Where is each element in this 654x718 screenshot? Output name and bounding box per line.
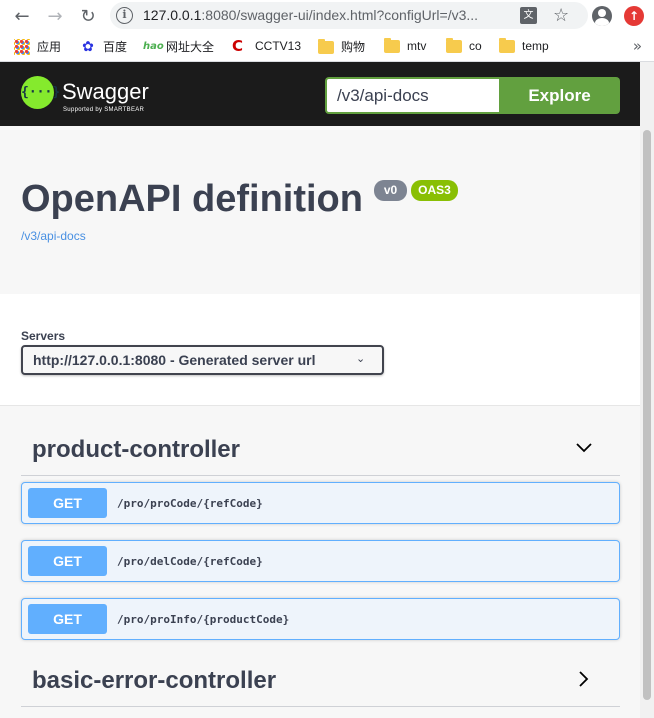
bookmark-baidu[interactable]: ✿ 百度 [80, 38, 127, 55]
baidu-icon: ✿ [82, 38, 94, 55]
operation-path: /pro/proCode/{refCode} [117, 497, 263, 510]
bookmark-label: temp [522, 38, 549, 53]
explore-button[interactable]: Explore [499, 77, 620, 114]
profile-avatar-icon[interactable] [592, 6, 612, 26]
scrollbar-thumb[interactable] [643, 130, 651, 700]
chevron-down-icon[interactable] [574, 438, 594, 458]
operation-path: /pro/delCode/{refCode} [117, 555, 263, 568]
swagger-brand[interactable]: Swagger [62, 79, 149, 105]
hao123-icon: hao [143, 40, 164, 52]
bookmark-folder-temp[interactable]: temp [499, 38, 549, 53]
bookmark-folder-co[interactable]: co [446, 38, 482, 53]
folder-icon [318, 39, 334, 54]
cctv-icon: C [232, 37, 244, 55]
url-host: 127.0.0.1 [143, 7, 202, 23]
tag-name[interactable]: basic-error-controller [32, 667, 276, 695]
http-method-badge: GET [28, 604, 107, 634]
select-chevron-down-icon[interactable]: ⌄ [356, 352, 365, 365]
bookmark-folder-shopping[interactable]: 购物 [318, 38, 365, 55]
bookmark-apps[interactable]: 应用 [14, 38, 61, 55]
bookmark-label: mtv [407, 38, 427, 53]
server-select[interactable]: http://127.0.0.1:8080 - Generated server… [21, 345, 384, 375]
folder-icon [446, 38, 462, 53]
address-bar[interactable]: i 127.0.0.1:8080/swagger-ui/index.html?c… [110, 2, 588, 29]
bookmarks-bar: 应用 ✿ 百度 hao 网址大全 C CCTV13 购物 mtv co temp » [0, 32, 654, 62]
bookmark-star-icon[interactable]: ☆ [553, 5, 569, 26]
extension-icon[interactable]: ↑ [624, 6, 644, 26]
folder-icon [384, 38, 400, 53]
chevron-right-icon[interactable] [574, 669, 594, 689]
apps-icon [14, 38, 30, 55]
http-method-badge: GET [28, 546, 107, 576]
address-url[interactable]: 127.0.0.1:8080/swagger-ui/index.html?con… [143, 7, 478, 23]
bookmark-hao123[interactable]: hao 网址大全 [143, 38, 214, 55]
bookmarks-more-icon[interactable]: » [633, 37, 642, 55]
tag-name[interactable]: product-controller [32, 436, 240, 464]
back-arrow-icon[interactable]: ← [10, 4, 34, 28]
url-path: :8080/swagger-ui/index.html?configUrl=/v… [201, 7, 479, 23]
tag-basic-error-controller[interactable]: basic-error-controller [21, 637, 620, 707]
translate-icon[interactable]: 文 [520, 7, 537, 24]
page-title: OpenAPI definition [21, 178, 363, 220]
version-badge: v0 [374, 180, 407, 201]
spec-link[interactable]: /v3/api-docs [21, 229, 86, 243]
tag-product-controller[interactable]: product-controller [21, 406, 620, 476]
reload-icon[interactable]: ↻ [76, 4, 100, 28]
operation-get-delcode[interactable]: GET /pro/delCode/{refCode} [21, 540, 620, 582]
operation-get-procode[interactable]: GET /pro/proCode/{refCode} [21, 482, 620, 524]
bookmark-label: 购物 [341, 40, 366, 54]
bookmark-label: CCTV13 [255, 39, 302, 53]
folder-icon [499, 38, 515, 53]
servers-label: Servers [21, 329, 66, 343]
operation-path: /pro/proInfo/{productCode} [117, 613, 290, 626]
bookmark-cctv13[interactable]: C CCTV13 [232, 38, 301, 54]
bookmark-folder-mtv[interactable]: mtv [384, 38, 426, 53]
bookmark-label: 网址大全 [166, 40, 215, 54]
bookmark-label: co [469, 38, 482, 53]
operation-get-proinfo[interactable]: GET /pro/proInfo/{productCode} [21, 598, 620, 640]
site-info-icon[interactable]: i [116, 7, 133, 24]
swagger-logo-icon[interactable]: {···} [21, 76, 60, 109]
oas-badge: OAS3 [411, 180, 458, 201]
forward-arrow-icon[interactable]: → [43, 4, 67, 28]
browser-toolbar: ← → ↻ i 127.0.0.1:8080/swagger-ui/index.… [0, 0, 654, 32]
bookmark-label: 应用 [37, 40, 62, 54]
spec-url-input[interactable]: /v3/api-docs [325, 77, 499, 114]
http-method-badge: GET [28, 488, 107, 518]
swagger-tagline: Supported by SMARTBEAR [63, 107, 145, 113]
bookmark-label: 百度 [103, 40, 128, 54]
